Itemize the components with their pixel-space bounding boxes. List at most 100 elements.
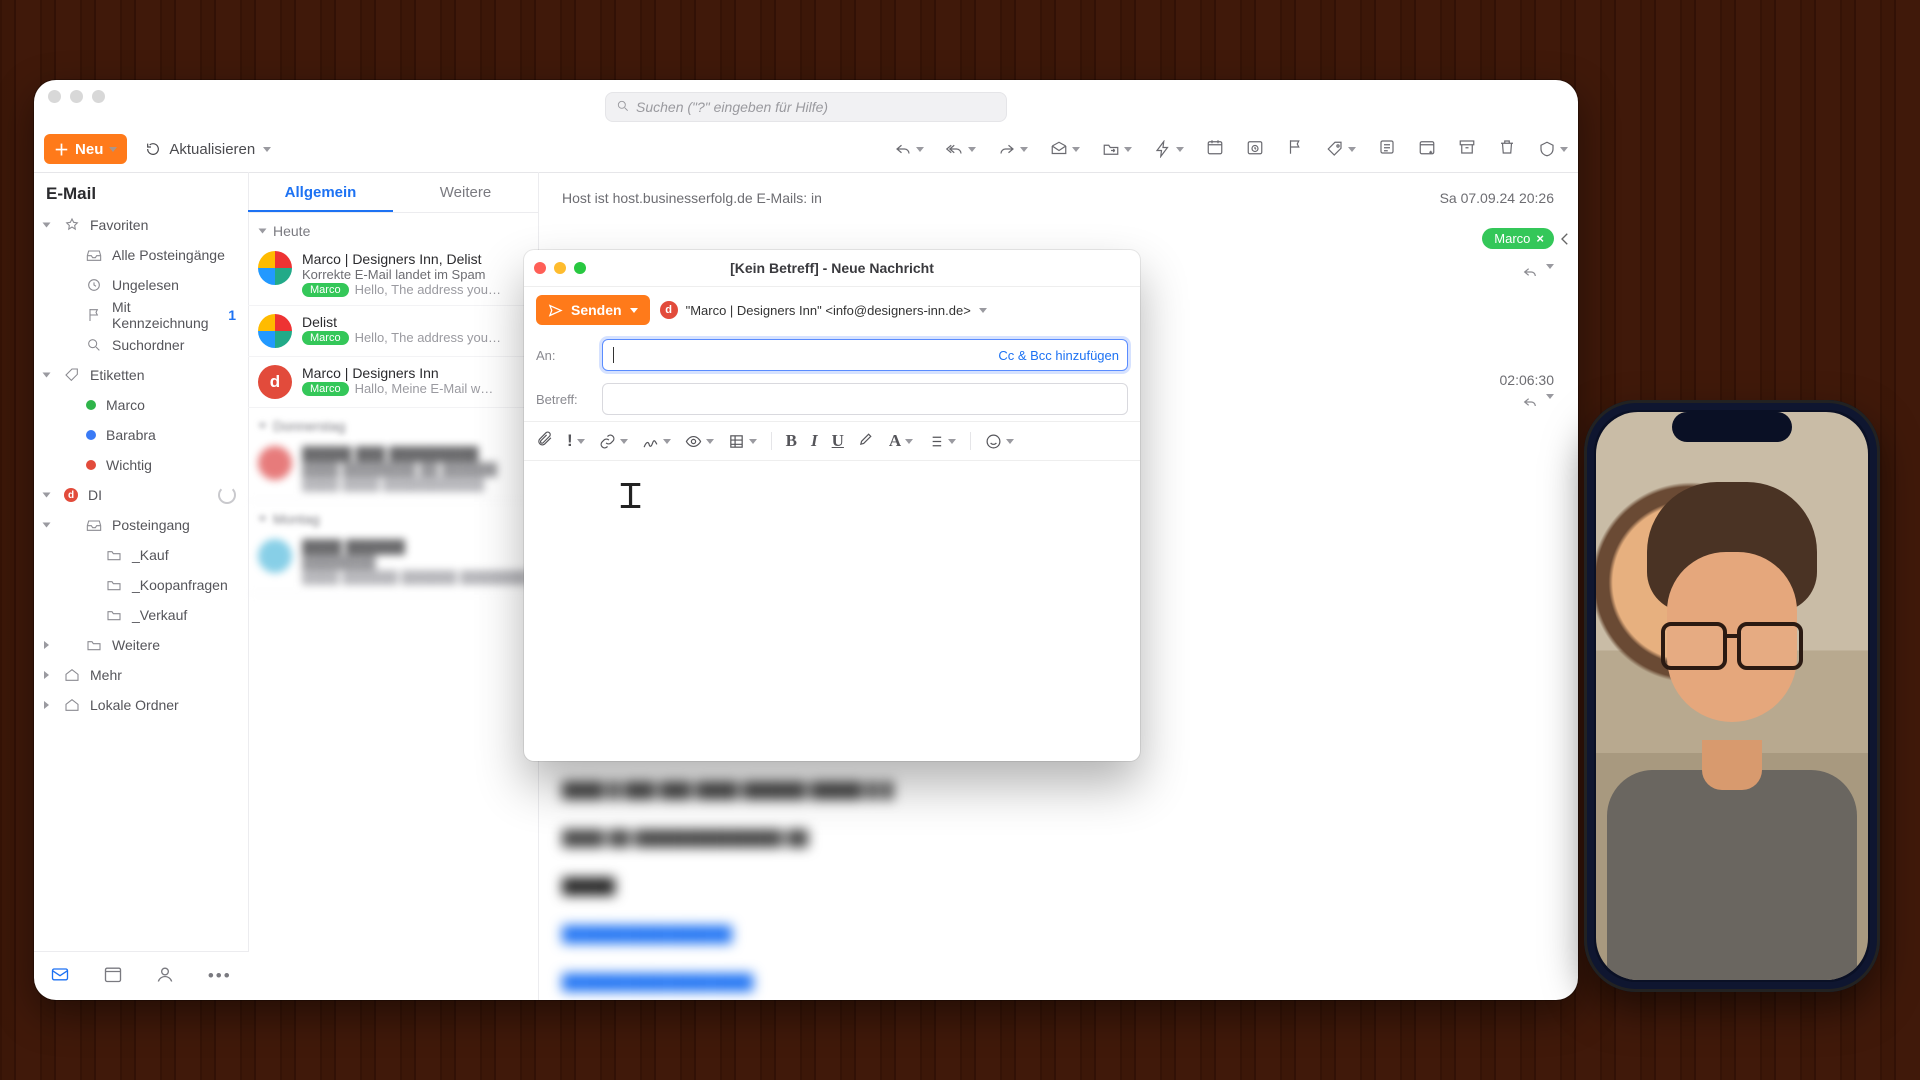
from-account-dropdown[interactable]: d "Marco | Designers Inn" <info@designer… — [660, 301, 987, 319]
table-button[interactable] — [728, 433, 757, 450]
flag-button[interactable] — [1286, 138, 1304, 161]
add-cc-bcc-link[interactable]: Cc & Bcc hinzufügen — [998, 348, 1119, 363]
sidebar-item-search-folders[interactable]: Suchordner — [34, 330, 248, 360]
sidebar-local-folders[interactable]: Lokale Ordner — [34, 690, 248, 720]
sidebar-folder-verkauf[interactable]: _Verkauf — [34, 600, 248, 630]
sidebar-folder-weitere[interactable]: Weitere — [34, 630, 248, 660]
chevron-down-icon[interactable] — [109, 147, 117, 152]
close-icon[interactable]: × — [1536, 231, 1544, 246]
reply-all-button[interactable] — [946, 140, 976, 158]
list-item[interactable]: █████ ███ █████████████ ████████ ██ ████… — [248, 438, 538, 501]
chevron-right-icon — [44, 641, 49, 649]
folder-icon — [106, 577, 122, 593]
search-icon — [616, 99, 630, 116]
snooze-button[interactable] — [1246, 138, 1264, 161]
sidebar-folder-koop[interactable]: _Koopanfragen — [34, 570, 248, 600]
sidebar-item-inbox[interactable]: Posteingang — [34, 510, 248, 540]
label-chip-marco[interactable]: Marco × — [1482, 228, 1554, 249]
sidebar-favorites-header[interactable]: Favoriten — [34, 210, 248, 240]
tab-general[interactable]: Allgemein — [248, 172, 393, 212]
add-to-calendar-button[interactable] — [1418, 138, 1436, 161]
compose-body-editor[interactable]: Ꮖ — [524, 461, 1140, 761]
sidebar-labels-header[interactable]: Etiketten — [34, 360, 248, 390]
send-button[interactable]: Senden — [536, 295, 650, 325]
reply-icon[interactable] — [1522, 264, 1538, 280]
bold-button[interactable]: B — [786, 431, 797, 451]
subject-field[interactable] — [602, 383, 1128, 415]
nav-mail-icon[interactable] — [50, 964, 70, 989]
list-button[interactable] — [927, 433, 956, 450]
global-search-input[interactable]: Suchen ("?" eingeben für Hilfe) — [605, 92, 1007, 122]
nav-contacts-icon[interactable] — [155, 964, 175, 989]
move-to-folder-button[interactable] — [1102, 140, 1132, 158]
link-button[interactable] — [599, 433, 628, 450]
sidebar-item-all-inboxes[interactable]: Alle Posteingänge — [34, 240, 248, 270]
group-header-monday[interactable]: Montag — [248, 501, 538, 531]
attachment-button[interactable] — [536, 430, 553, 452]
font-button[interactable]: A — [889, 431, 913, 451]
dot-icon — [86, 460, 96, 470]
to-field[interactable]: Cc & Bcc hinzufügen — [602, 339, 1128, 371]
from-address: "Marco | Designers Inn" <info@designers-… — [686, 303, 971, 318]
forward-button[interactable] — [998, 140, 1028, 158]
send-later-button[interactable] — [1206, 138, 1224, 161]
sidebar-label-barbara[interactable]: Barabra — [34, 420, 248, 450]
chevron-down-icon[interactable] — [1546, 264, 1554, 269]
new-mail-button[interactable]: ＋ Neu — [44, 134, 127, 164]
chevron-down-icon[interactable] — [263, 147, 271, 152]
close-icon[interactable] — [534, 262, 546, 274]
emoji-button[interactable] — [985, 433, 1014, 450]
priority-button[interactable]: ! — [567, 431, 585, 451]
sidebar-item-flagged[interactable]: Mit Kennzeichnung 1 — [34, 300, 248, 330]
list-item[interactable]: Delist MarcoHello, The address you… — [248, 306, 538, 357]
underline-button[interactable]: U — [832, 431, 844, 451]
minimize-dot[interactable] — [70, 90, 83, 103]
chevron-down-icon — [259, 517, 267, 522]
task-list-button[interactable] — [1378, 138, 1396, 161]
chip-label: Marco — [1494, 231, 1530, 246]
sidebar-label-wichtig[interactable]: Wichtig — [34, 450, 248, 480]
close-dot[interactable] — [48, 90, 61, 103]
nav-more-icon[interactable]: ••• — [208, 966, 232, 986]
signature-button[interactable] — [642, 433, 671, 450]
sidebar-label-marco[interactable]: Marco — [34, 390, 248, 420]
text-caret-icon: Ꮖ — [620, 479, 636, 517]
archive-button[interactable] — [1050, 140, 1080, 158]
compose-window: [Kein Betreff] - Neue Nachricht Senden d… — [524, 250, 1140, 761]
refresh-button[interactable]: Aktualisieren — [145, 141, 271, 158]
chevron-down-icon[interactable] — [1546, 394, 1554, 399]
sidebar-item-unread[interactable]: Ungelesen — [34, 270, 248, 300]
list-item[interactable]: Marco | Designers Inn, Delist Korrekte E… — [248, 243, 538, 306]
window-traffic-lights[interactable] — [48, 90, 105, 103]
compose-traffic-lights[interactable] — [534, 262, 586, 274]
sidebar-more[interactable]: Mehr — [34, 660, 248, 690]
chevron-left-icon[interactable] — [1556, 230, 1574, 248]
reply-button[interactable] — [894, 140, 924, 158]
folder-icon — [86, 637, 102, 653]
list-item[interactable]: d Marco | Designers Inn MarcoHallo, Mein… — [248, 357, 538, 408]
list-item[interactable]: ████ ██████████████████ ██████ ██████ ██… — [248, 531, 538, 594]
junk-button[interactable] — [1538, 140, 1568, 158]
tab-other[interactable]: Weitere — [393, 172, 538, 212]
quick-action-button[interactable] — [1154, 140, 1184, 158]
message-list-pane: Allgemein Weitere Heute Marco | Designer… — [248, 172, 539, 1000]
tag-button[interactable] — [1326, 140, 1356, 158]
tracking-button[interactable] — [685, 433, 714, 450]
highlight-button[interactable] — [858, 430, 875, 452]
compose-titlebar[interactable]: [Kein Betreff] - Neue Nachricht — [524, 250, 1140, 287]
zoom-dot[interactable] — [92, 90, 105, 103]
group-header-thursday[interactable]: Donnerstag — [248, 408, 538, 438]
chevron-down-icon[interactable] — [630, 308, 638, 313]
nav-calendar-icon[interactable] — [103, 964, 123, 989]
minimize-icon[interactable] — [554, 262, 566, 274]
archive-box-button[interactable] — [1458, 138, 1476, 161]
group-header-today[interactable]: Heute — [248, 213, 538, 243]
reply-icon[interactable] — [1522, 394, 1538, 410]
new-mail-label: Neu — [75, 141, 103, 158]
sidebar-account-di[interactable]: d DI — [34, 480, 248, 510]
delete-button[interactable] — [1498, 138, 1516, 161]
sidebar-folder-kauf[interactable]: _Kauf — [34, 540, 248, 570]
zoom-icon[interactable] — [574, 262, 586, 274]
sidebar-item-label: Posteingang — [112, 517, 190, 533]
italic-button[interactable]: I — [811, 431, 818, 451]
